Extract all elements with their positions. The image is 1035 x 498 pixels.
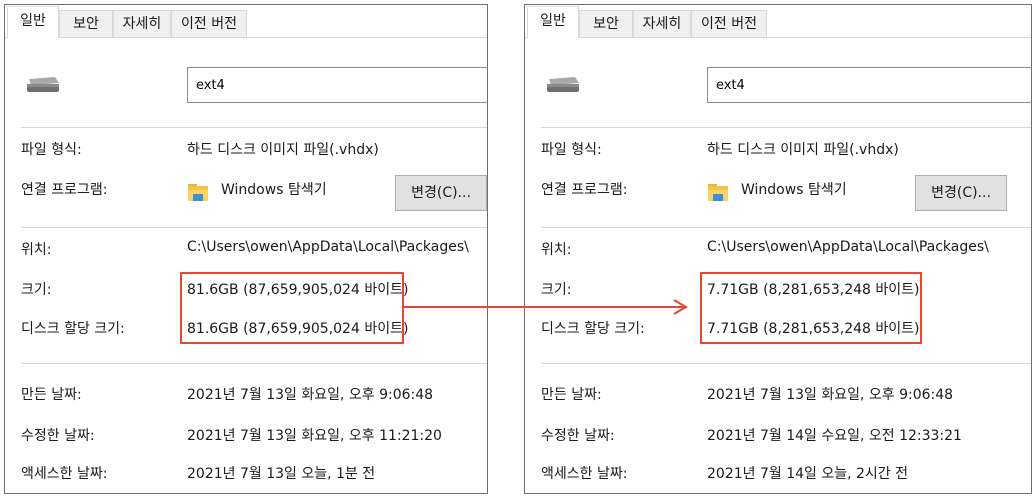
location-value: C:\Users\owen\AppData\Local\Packages\ [187,239,469,255]
accessed-value: 2021년 7월 14일 오늘, 2시간 전 [707,466,908,482]
folder-icon [188,184,208,201]
size-label: 크기: [21,282,52,298]
drive-icon [547,77,579,92]
file-type-value: 하드 디스크 이미지 파일(.vhdx) [707,142,899,158]
tab-strip: 일반 보안 자세히 이전 버전 [5,5,487,38]
file-type-value: 하드 디스크 이미지 파일(.vhdx) [187,142,379,158]
tab-previous-versions[interactable]: 이전 버전 [691,10,767,37]
size-value: 81.6GB (87,659,905,024 바이트) [187,282,409,298]
tab-security[interactable]: 보안 [59,10,113,37]
file-name-input[interactable] [707,67,1031,103]
divider [21,363,487,364]
divider [541,363,1031,364]
modified-label: 수정한 날짜: [541,428,615,444]
properties-panel-after: 일반 보안 자세히 이전 버전 파일 형식: 하드 디스크 이미지 파일(.vh… [524,4,1032,494]
location-value: C:\Users\owen\AppData\Local\Packages\ [707,239,989,255]
accessed-label: 액세스한 날짜: [21,466,108,482]
location-label: 위치: [541,242,572,258]
accessed-label: 액세스한 날짜: [541,466,628,482]
opens-with-label: 연결 프로그램: [541,182,628,198]
tab-strip: 일반 보안 자세히 이전 버전 [525,5,1031,38]
location-label: 위치: [21,242,52,258]
accessed-value: 2021년 7월 13일 오늘, 1분 전 [187,466,376,482]
opens-with-value: Windows 탐색기 [741,182,847,198]
size-on-disk-value: 7.71GB (8,281,653,248 바이트) [707,321,920,337]
tab-general[interactable]: 일반 [527,6,579,38]
modified-value: 2021년 7월 13일 화요일, 오후 11:21:20 [187,428,442,444]
drive-icon [27,77,59,92]
file-name-input[interactable] [187,67,487,103]
created-value: 2021년 7월 13일 화요일, 오후 9:06:48 [707,387,954,403]
file-type-label: 파일 형식: [21,142,82,158]
size-on-disk-label: 디스크 할당 크기: [541,321,645,337]
modified-value: 2021년 7월 14일 수요일, 오전 12:33:21 [707,428,962,444]
divider [21,127,487,128]
opens-with-value: Windows 탐색기 [221,182,327,198]
tab-previous-versions[interactable]: 이전 버전 [171,10,247,37]
divider [541,227,1031,228]
tab-general[interactable]: 일반 [7,6,59,38]
tab-details[interactable]: 자세히 [633,10,691,37]
created-label: 만든 날짜: [541,387,602,403]
tab-security[interactable]: 보안 [579,10,633,37]
divider [541,127,1031,128]
size-label: 크기: [541,282,572,298]
opens-with-label: 연결 프로그램: [21,182,108,198]
properties-panel-before: 일반 보안 자세히 이전 버전 파일 형식: 하드 디스크 이미지 파일(.vh… [4,4,488,494]
created-label: 만든 날짜: [21,387,82,403]
size-on-disk-value: 81.6GB (87,659,905,024 바이트) [187,321,409,337]
folder-icon [708,184,728,201]
size-value: 7.71GB (8,281,653,248 바이트) [707,282,920,298]
change-button[interactable]: 변경(C)... [915,175,1007,211]
divider [21,227,487,228]
modified-label: 수정한 날짜: [21,428,95,444]
tab-details[interactable]: 자세히 [113,10,171,37]
file-type-label: 파일 형식: [541,142,602,158]
change-button[interactable]: 변경(C)... [395,175,487,211]
created-value: 2021년 7월 13일 화요일, 오후 9:06:48 [187,387,434,403]
size-on-disk-label: 디스크 할당 크기: [21,321,125,337]
